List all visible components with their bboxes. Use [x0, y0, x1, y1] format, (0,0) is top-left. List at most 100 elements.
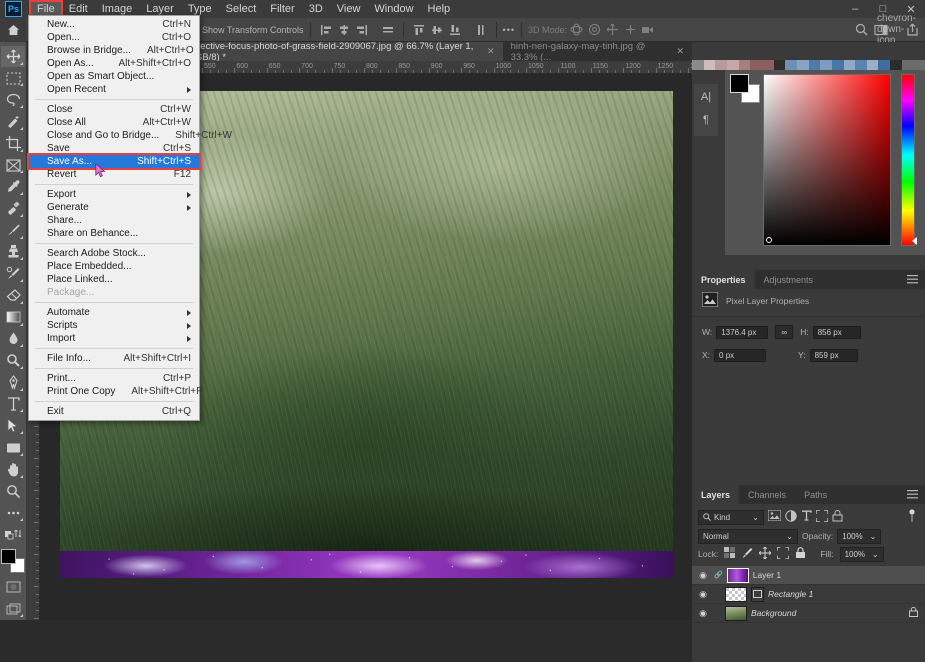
- menu-item-browse-in-bridge[interactable]: Browse in Bridge...Alt+Ctrl+O: [29, 44, 199, 57]
- menu-3d[interactable]: 3D: [302, 1, 330, 17]
- lasso-tool[interactable]: [1, 89, 25, 110]
- hue-slider[interactable]: [901, 74, 915, 246]
- file-menu-dropdown[interactable]: New...Ctrl+NOpen...Ctrl+OBrowse in Bridg…: [28, 15, 200, 421]
- clone-stamp-tool[interactable]: [1, 242, 25, 263]
- lock-image-icon[interactable]: [741, 547, 753, 562]
- menu-item-new[interactable]: New...Ctrl+N: [29, 18, 199, 31]
- foreground-color-swatch[interactable]: [1, 549, 16, 564]
- galaxy-strip-layer[interactable]: [60, 551, 673, 578]
- tab-paths[interactable]: Paths: [795, 485, 836, 504]
- healing-brush-tool[interactable]: [1, 198, 25, 219]
- chevron-down-icon[interactable]: ⌄: [869, 532, 876, 541]
- orbit-3d-icon[interactable]: [567, 21, 585, 39]
- slice-tool[interactable]: [1, 155, 25, 176]
- menu-item-share-on-behance[interactable]: Share on Behance...: [29, 227, 199, 240]
- menu-window[interactable]: Window: [367, 1, 420, 17]
- color-swatches[interactable]: [1, 549, 25, 573]
- share-icon[interactable]: [903, 21, 921, 39]
- color-panel-foreground-swatch[interactable]: [730, 74, 749, 93]
- brush-tool[interactable]: [1, 220, 25, 241]
- edit-toolbar-tool[interactable]: [1, 502, 25, 523]
- layer-name[interactable]: Layer 1: [753, 570, 781, 580]
- distribute-v-icon[interactable]: [472, 21, 490, 39]
- width-field[interactable]: 1376.4 px: [716, 326, 768, 339]
- lock-artboard-icon[interactable]: [777, 547, 789, 562]
- layer-thumbnail[interactable]: [727, 568, 749, 583]
- tab-adjustments[interactable]: Adjustments: [755, 270, 823, 289]
- quick-mask-icon[interactable]: [1, 577, 25, 598]
- camera-3d-icon[interactable]: [639, 21, 657, 39]
- layer-thumbnail[interactable]: [725, 606, 747, 621]
- menu-item-scripts[interactable]: Scripts: [29, 319, 199, 332]
- table-row[interactable]: ◉ Background: [692, 604, 925, 623]
- menu-item-import[interactable]: Import: [29, 332, 199, 345]
- menu-select[interactable]: Select: [219, 1, 264, 17]
- menu-item-file-info[interactable]: File Info...Alt+Shift+Ctrl+I: [29, 352, 199, 365]
- blur-tool[interactable]: [1, 329, 25, 350]
- menu-item-close-all[interactable]: Close AllAlt+Ctrl+W: [29, 116, 199, 129]
- table-row[interactable]: ◉ 🔗 Layer 1: [692, 566, 925, 585]
- distribute-h-icon[interactable]: [379, 21, 397, 39]
- layer-thumbnail[interactable]: [725, 587, 747, 602]
- table-row[interactable]: ◉ Rectangle 1: [692, 585, 925, 604]
- lock-all-icon[interactable]: [795, 547, 806, 562]
- align-h-center-icon[interactable]: [335, 21, 353, 39]
- roll-3d-icon[interactable]: [585, 21, 603, 39]
- menu-item-revert[interactable]: RevertF12: [29, 168, 199, 181]
- chevron-down-icon[interactable]: ⌄: [872, 550, 879, 559]
- layer-mask-thumbnail[interactable]: [751, 587, 764, 602]
- x-field[interactable]: 0 px: [714, 349, 766, 362]
- eyedropper-tool[interactable]: [1, 176, 25, 197]
- menu-view[interactable]: View: [330, 1, 368, 17]
- move-tool[interactable]: [1, 46, 25, 67]
- color-field-cursor[interactable]: [766, 237, 772, 243]
- chevron-down-icon[interactable]: ⌄: [786, 532, 793, 541]
- menu-item-place-embedded[interactable]: Place Embedded...: [29, 260, 199, 273]
- menu-item-automate[interactable]: Automate: [29, 306, 199, 319]
- close-icon[interactable]: ✕: [676, 46, 684, 57]
- home-icon[interactable]: [0, 18, 26, 42]
- layer-name[interactable]: Rectangle 1: [768, 589, 813, 599]
- shape-filter-icon[interactable]: [816, 510, 828, 525]
- search-icon[interactable]: [852, 21, 870, 39]
- align-left-icon[interactable]: [317, 21, 335, 39]
- hue-slider-cursor[interactable]: [912, 237, 917, 245]
- opacity-field[interactable]: 100% ⌄: [837, 529, 881, 544]
- character-panel-icon[interactable]: A|: [697, 88, 715, 106]
- paragraph-panel-icon[interactable]: ¶: [697, 111, 715, 129]
- align-bottom-icon[interactable]: [446, 21, 464, 39]
- slide-3d-icon[interactable]: [621, 21, 639, 39]
- zoom-tool[interactable]: [1, 481, 25, 502]
- layer-visibility-icon[interactable]: ◉: [696, 570, 710, 581]
- align-top-icon[interactable]: [410, 21, 428, 39]
- lock-transparency-icon[interactable]: [724, 547, 735, 561]
- chevron-down-icon[interactable]: chevron-down-icon: [892, 21, 901, 39]
- filter-kind-dropdown[interactable]: Kind ⌄: [698, 510, 764, 525]
- menu-item-open[interactable]: Open...Ctrl+O: [29, 31, 199, 44]
- menu-item-share[interactable]: Share...: [29, 214, 199, 227]
- menu-item-place-linked[interactable]: Place Linked...: [29, 273, 199, 286]
- color-panel-swatches[interactable]: [730, 74, 760, 102]
- height-field[interactable]: 856 px: [813, 326, 861, 339]
- panel-menu-icon[interactable]: [900, 485, 925, 504]
- history-brush-tool[interactable]: [1, 263, 25, 284]
- close-icon[interactable]: ✕: [487, 46, 495, 57]
- type-filter-icon[interactable]: [801, 510, 812, 524]
- menu-help[interactable]: Help: [421, 1, 458, 17]
- tab-channels[interactable]: Channels: [739, 485, 795, 504]
- path-selection-tool[interactable]: [1, 415, 25, 436]
- menu-item-close-and-go-to-bridge[interactable]: Close and Go to Bridge...Shift+Ctrl+W: [29, 129, 199, 142]
- filter-toggle-icon[interactable]: [907, 509, 917, 526]
- menu-item-generate[interactable]: Generate: [29, 201, 199, 214]
- pen-tool[interactable]: [1, 372, 25, 393]
- document-tab-grass-field[interactable]: selective-focus-photo-of-grass-field-290…: [180, 42, 503, 61]
- panel-menu-icon[interactable]: [900, 270, 925, 289]
- link-aspect-ratio-button[interactable]: ∞: [775, 325, 793, 339]
- align-right-icon[interactable]: [353, 21, 371, 39]
- type-tool[interactable]: [1, 394, 25, 415]
- pixel-filter-icon[interactable]: [768, 510, 781, 524]
- menu-filter[interactable]: Filter: [263, 1, 301, 17]
- more-options-button[interactable]: •••: [503, 25, 515, 35]
- lock-position-icon[interactable]: [759, 547, 771, 562]
- menu-item-save-as[interactable]: Save As...Shift+Ctrl+S: [29, 155, 199, 168]
